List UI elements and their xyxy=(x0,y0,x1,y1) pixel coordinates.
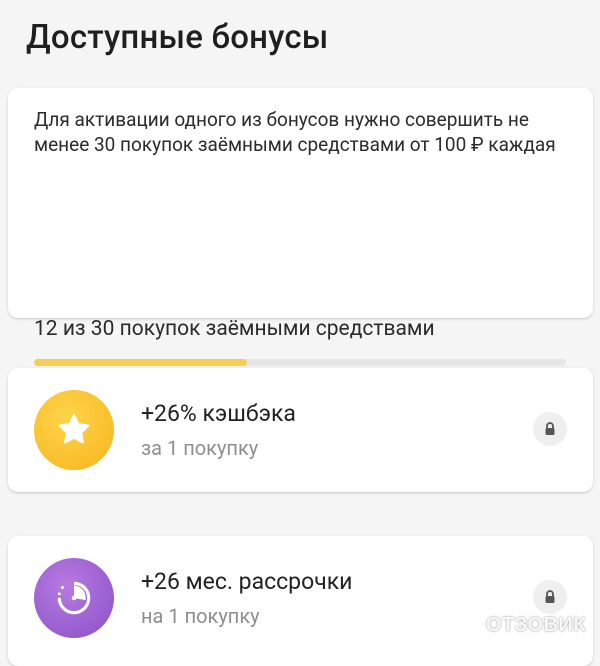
bonus-card-cashback[interactable]: +26% кэшбэка за 1 покупку xyxy=(8,368,593,492)
bonus-title: +26% кэшбэка xyxy=(141,400,296,427)
bonus-title: +26 мес. рассрочки xyxy=(141,568,353,595)
bonus-progress-card: Для активации одного из бонусов нужно со… xyxy=(8,88,593,366)
progress-bar xyxy=(34,359,566,366)
bonus-subtitle: на 1 покупку xyxy=(141,604,260,628)
watermark-text: ОТЗОВИК xyxy=(486,613,587,636)
progress-label: 12 из 30 покупок заёмными средствами xyxy=(34,317,435,341)
lock-icon xyxy=(533,580,567,614)
progress-bar-fill xyxy=(34,359,247,366)
timer-icon xyxy=(34,558,114,638)
bonus-subtitle: за 1 покупку xyxy=(141,436,259,460)
page-title: Доступные бонусы xyxy=(26,18,329,57)
watermark: ОТЗОВИК xyxy=(452,610,586,640)
lock-icon xyxy=(533,412,567,446)
star-icon xyxy=(34,390,114,470)
bonus-conditions-text: Для активации одного из бонусов нужно со… xyxy=(34,108,556,156)
otzovik-logo-icon xyxy=(453,611,481,639)
bonus-card-installment[interactable]: +26 мес. рассрочки на 1 покупку xyxy=(8,536,593,666)
